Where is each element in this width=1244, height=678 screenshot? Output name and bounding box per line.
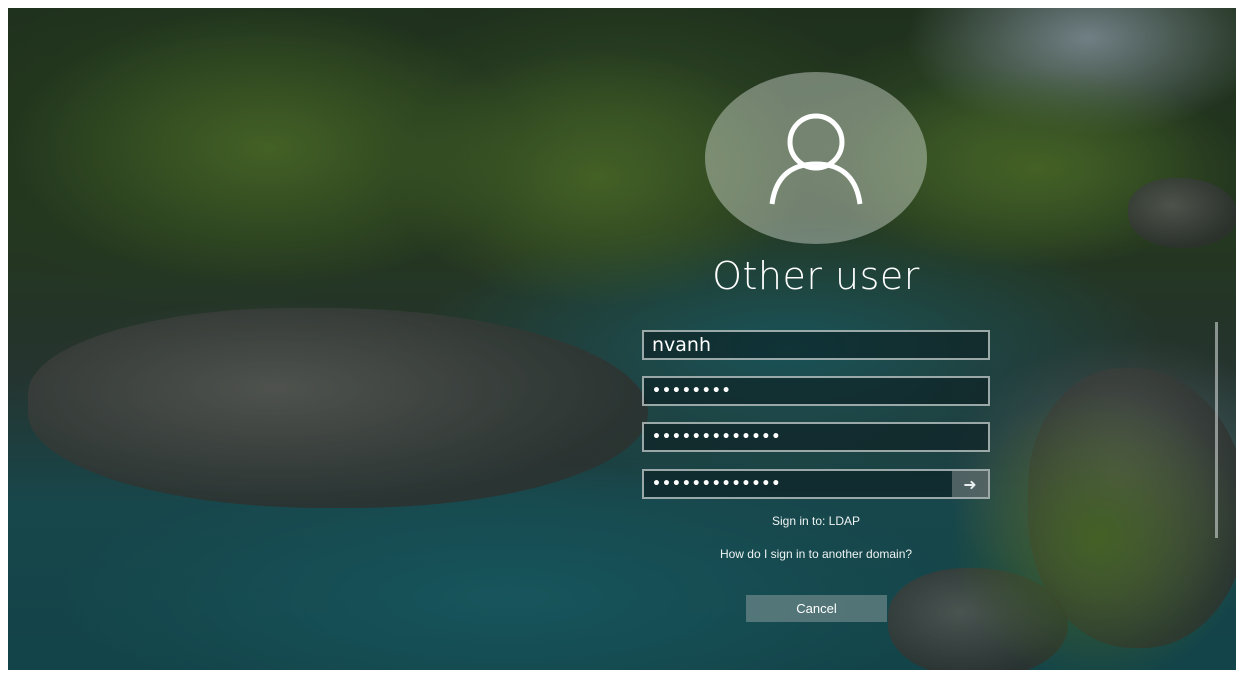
screen-dim-overlay [8,8,1236,670]
confirm-password-dots: ••••••••••••• [652,476,782,492]
user-avatar [705,72,927,244]
cancel-button[interactable]: Cancel [746,595,887,622]
username-input[interactable]: nvanh [642,330,990,360]
password-input[interactable]: •••••••• [642,376,990,406]
submit-button[interactable]: ➜ [952,471,988,497]
scrollbar[interactable] [1215,322,1218,538]
other-domain-link[interactable]: How do I sign in to another domain? [642,547,990,561]
new-password-dots: ••••••••••••• [652,429,782,445]
user-title: Other user [712,254,920,298]
lock-screen: Other user nvanh •••••••• ••••••••••••• … [8,8,1236,670]
username-value: nvanh [652,334,712,356]
sign-in-domain-label: Sign in to: LDAP [771,514,861,528]
password-dots: •••••••• [652,383,732,399]
user-silhouette-icon [769,113,863,205]
confirm-password-input[interactable]: ••••••••••••• ➜ [642,469,990,499]
new-password-input[interactable]: ••••••••••••• [642,422,990,452]
arrow-right-icon: ➜ [963,474,977,494]
